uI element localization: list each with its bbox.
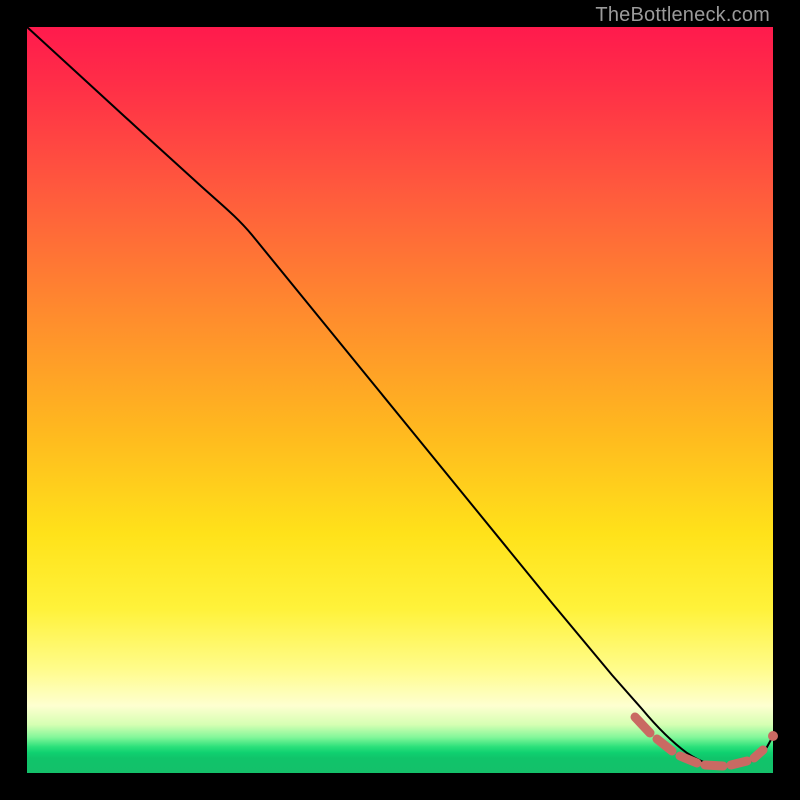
- dash-4: [705, 765, 723, 766]
- watermark-text: TheBottleneck.com: [595, 4, 770, 27]
- dash-1: [635, 717, 650, 733]
- dash-2: [657, 739, 672, 751]
- dash-6: [754, 750, 763, 758]
- bottleneck-curve-line: [27, 27, 773, 766]
- end-dot: [768, 731, 778, 741]
- chart-overlay: [27, 27, 773, 773]
- dash-5: [731, 761, 747, 765]
- chart-frame: TheBottleneck.com: [0, 0, 800, 800]
